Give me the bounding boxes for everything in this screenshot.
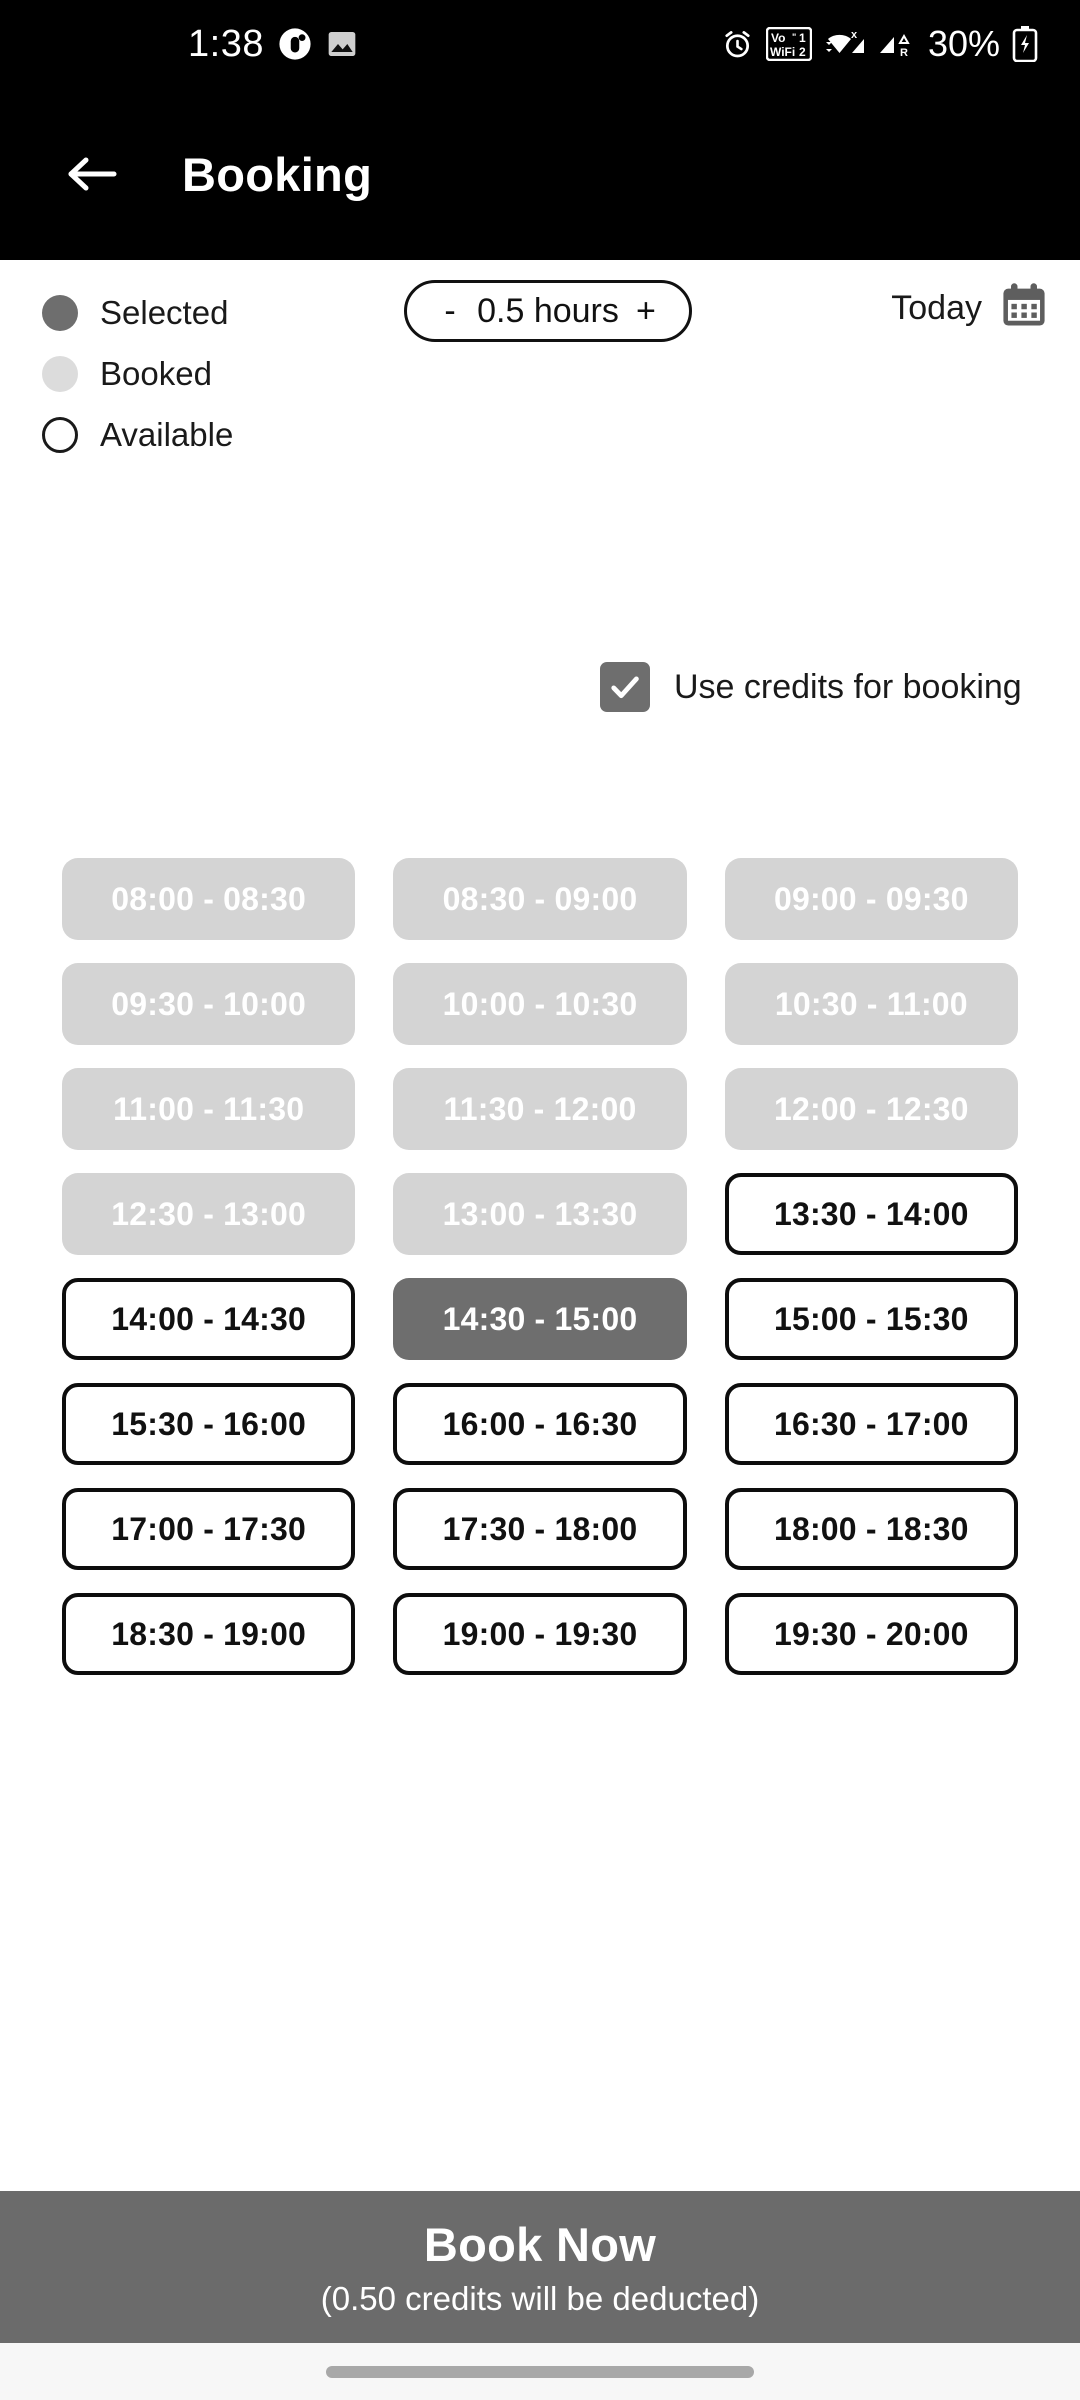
time-slot[interactable]: 16:30 - 17:00 [724,1383,1018,1465]
time-slot[interactable]: 13:30 - 14:00 [724,1173,1018,1255]
use-credits-label: Use credits for booking [674,667,1022,706]
time-slot[interactable]: 18:30 - 19:00 [62,1593,356,1675]
book-now-subtitle: (0.50 credits will be deducted) [320,2279,760,2317]
date-selector-label: Today [891,289,982,327]
duration-decrement-button[interactable]: - [433,294,467,328]
time-slot: 11:30 - 12:00 [393,1068,687,1150]
duration-value: 0.5 hours [477,291,619,330]
svg-text:Vo: Vo [771,31,785,45]
status-bar-right: Vo " 1 WiFi 2 x R 30% [721,23,1038,65]
check-icon [611,676,639,699]
top-controls: Selected Booked Available - 0.5 hours + [0,260,1080,455]
time-slot[interactable]: 17:30 - 18:00 [393,1488,687,1570]
time-slot[interactable]: 16:00 - 16:30 [393,1383,687,1465]
duration-increment-button[interactable]: + [629,294,663,328]
time-slot[interactable]: 14:00 - 14:30 [62,1278,356,1360]
legend-item-available: Available [42,404,233,465]
legend-dot-available-icon [42,416,78,453]
time-slot: 11:00 - 11:30 [62,1068,356,1150]
legend: Selected Booked Available [42,282,233,465]
calendar-icon[interactable] [998,280,1050,337]
time-slot[interactable]: 19:00 - 19:30 [393,1593,687,1675]
content-area: Selected Booked Available - 0.5 hours + [0,260,1080,2400]
use-credits-checkbox[interactable] [600,662,650,712]
svg-text:R: R [900,47,908,59]
use-credits-option[interactable]: Use credits for booking [600,662,1022,712]
time-slot[interactable]: 15:30 - 16:00 [62,1383,356,1465]
arrow-back-icon [68,157,117,191]
legend-item-booked: Booked [42,343,233,404]
legend-label-selected: Selected [100,293,229,331]
time-slot: 08:30 - 09:00 [393,858,687,940]
home-indicator[interactable] [326,2365,754,2378]
system-navigation-bar [0,2343,1080,2400]
status-bar: 1:38 Vo " 1 WiFi 2 x R 30% [0,0,1080,88]
duration-stepper[interactable]: - 0.5 hours + [404,280,692,342]
time-slot: 08:00 - 08:30 [62,858,356,940]
time-slot: 09:00 - 09:30 [724,858,1018,940]
svg-text:1: 1 [799,31,806,45]
signal-sim2-roaming-icon: R [878,27,916,61]
back-button[interactable] [56,139,126,209]
time-slot[interactable]: 18:00 - 18:30 [724,1488,1018,1570]
wifi-icon: x [824,27,866,61]
time-slot-grid: 08:00 - 08:30 08:30 - 09:00 09:00 - 09:30 0… [0,858,1080,1675]
legend-dot-booked-icon [42,355,78,392]
status-clock: 1:38 [188,22,264,65]
legend-item-selected: Selected [42,282,233,343]
legend-label-available: Available [100,415,234,453]
time-slot: 09:30 - 10:00 [62,963,356,1045]
app-bar: Booking [0,88,1080,260]
time-slot: 10:30 - 11:00 [724,963,1018,1045]
svg-text:WiFi: WiFi [770,45,795,59]
time-slot[interactable]: 14:30 - 15:00 [393,1278,687,1360]
date-selector[interactable]: Today [891,280,1050,337]
image-icon [326,28,358,60]
time-slot: 10:00 - 10:30 [393,963,687,1045]
status-bar-left: 1:38 [188,23,358,66]
time-slot[interactable]: 19:30 - 20:00 [724,1593,1018,1675]
svg-text:": " [792,32,796,42]
time-slot: 13:00 - 13:30 [393,1173,687,1255]
legend-dot-selected-icon [42,294,78,331]
app-notification-icon [278,27,312,61]
time-slot[interactable]: 17:00 - 17:30 [62,1488,356,1570]
book-now-button[interactable]: Book Now (0.50 credits will be deducted) [0,2191,1080,2343]
book-now-title: Book Now [423,2217,657,2271]
battery-charging-icon [1012,26,1038,62]
volte-wifi-calling-icon: Vo " 1 WiFi 2 [765,27,812,61]
legend-label-booked: Booked [100,354,212,392]
battery-percent-label: 30% [927,23,1000,64]
time-slot: 12:00 - 12:30 [724,1068,1018,1150]
page-title: Booking [182,147,373,201]
time-slot: 12:30 - 13:00 [62,1173,356,1255]
time-slot[interactable]: 15:00 - 15:30 [724,1278,1018,1360]
booking-screen: 1:38 Vo " 1 WiFi 2 x R 30% Booking Selec… [0,0,1080,2400]
svg-text:x: x [851,29,858,41]
svg-text:2: 2 [799,45,806,59]
alarm-icon [721,28,754,61]
